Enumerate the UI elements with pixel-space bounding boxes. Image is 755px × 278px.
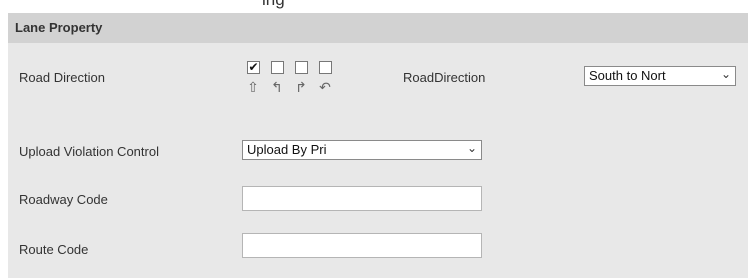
straight-direction-checkbox[interactable]: ✔ — [247, 61, 260, 74]
road-direction-select-label: RoadDirection — [403, 70, 486, 85]
roadway-code-label: Roadway Code — [19, 192, 108, 207]
route-code-input[interactable] — [242, 233, 482, 258]
left-turn-direction-checkbox[interactable] — [271, 61, 284, 74]
upload-violation-control-value: Upload By Pri — [247, 142, 327, 157]
chevron-down-icon: ⌄ — [720, 67, 731, 81]
right-turn-direction-checkbox[interactable] — [295, 61, 308, 74]
panel-title: Lane Property — [15, 20, 103, 35]
route-code-label: Route Code — [19, 242, 89, 257]
panel-header: Lane Property — [8, 13, 748, 43]
road-direction-select-value: South to Nort — [589, 68, 666, 83]
road-direction-label: Road Direction — [19, 70, 105, 85]
upload-violation-control-label: Upload Violation Control — [19, 144, 159, 159]
chevron-down-icon: ⌄ — [466, 141, 477, 155]
top-strip-text: ing — [262, 0, 285, 10]
arrow-right-turn-icon: ↱ — [295, 79, 307, 95]
checkbox-check-icon: ✔ — [248, 60, 259, 74]
upload-violation-control-select[interactable]: Upload By Pri ⌄ — [242, 140, 482, 160]
roadway-code-input[interactable] — [242, 186, 482, 211]
u-turn-direction-checkbox[interactable] — [319, 61, 332, 74]
road-direction-select[interactable]: South to Nort ⌄ — [584, 66, 736, 86]
lane-property-panel: Lane Property Road Direction ✔ ⇧ ↰ ↱ ↶ R… — [8, 13, 748, 278]
arrow-left-turn-icon: ↰ — [271, 79, 283, 95]
top-strip: ing — [0, 0, 755, 13]
arrow-straight-icon: ⇧ — [247, 79, 259, 95]
arrow-u-turn-icon: ↶ — [319, 79, 331, 95]
